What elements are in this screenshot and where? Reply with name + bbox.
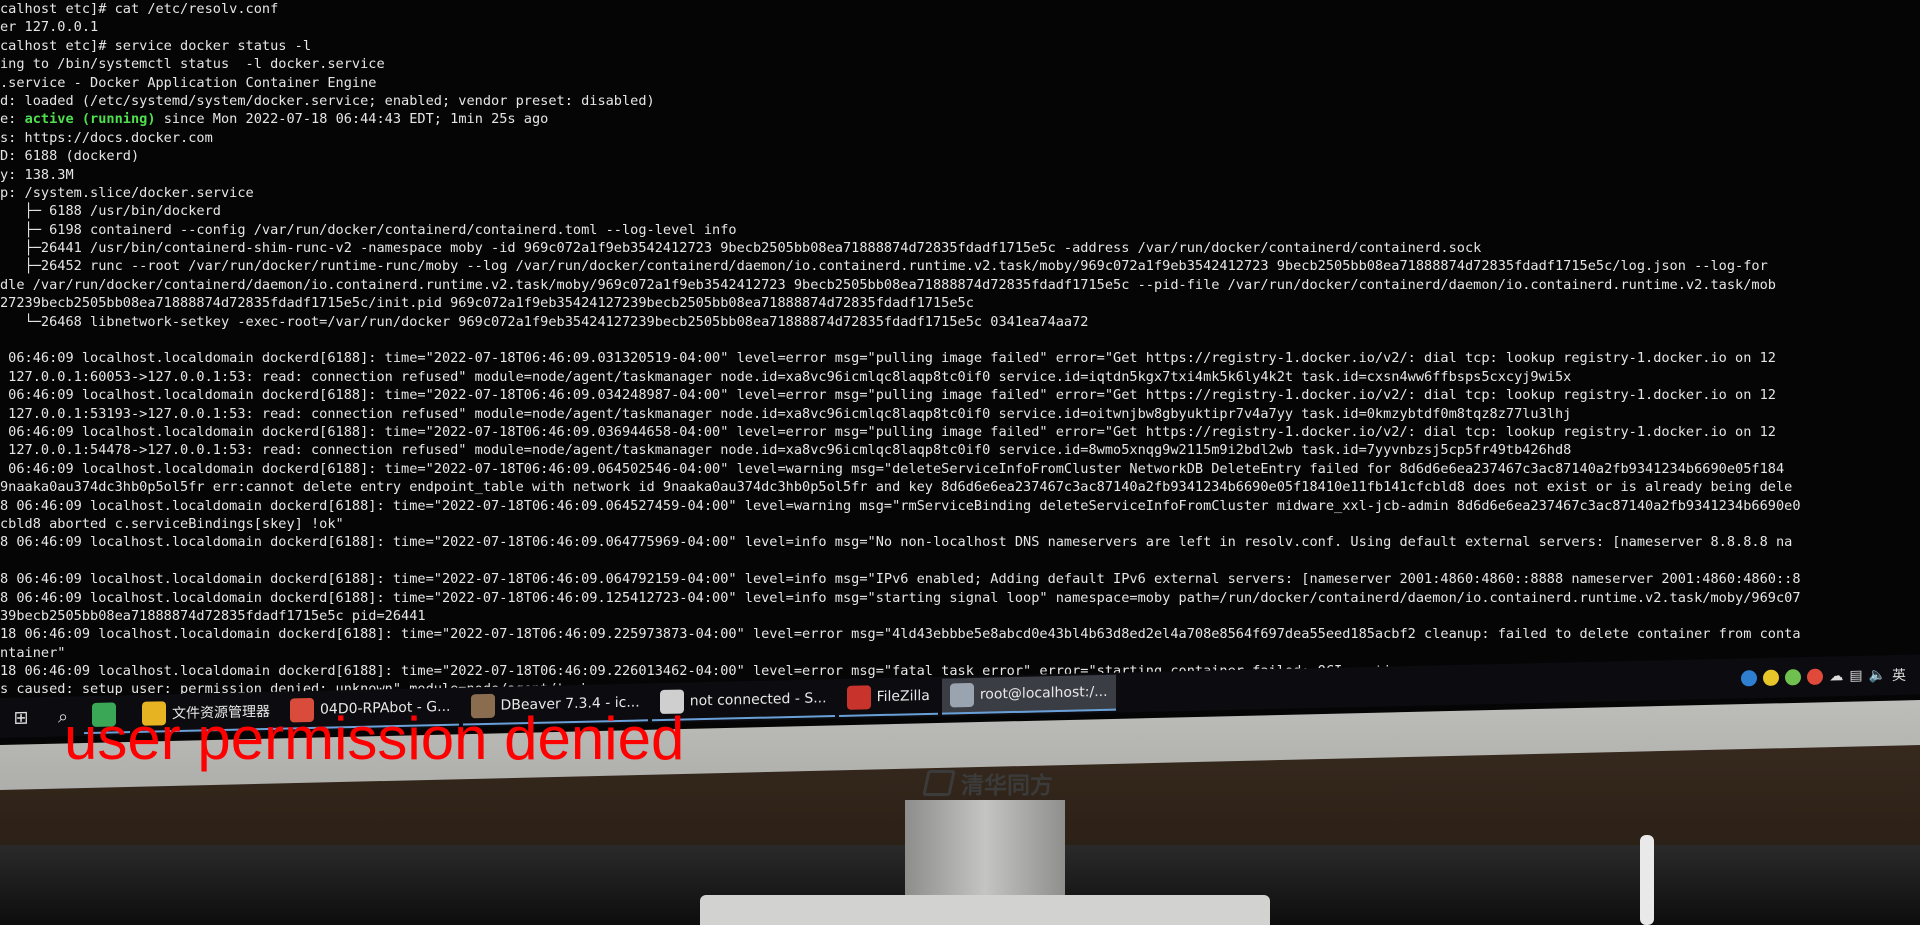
terminal-line: 06:46:09 localhost.localdomain dockerd[6…: [0, 350, 1776, 367]
terminal-line: dle /var/run/docker/containerd/daemon/io…: [0, 276, 1776, 293]
tray-app-icon[interactable]: [1741, 670, 1758, 687]
tray-app-icon[interactable]: [1763, 669, 1780, 686]
cable: [1640, 835, 1654, 925]
tray-app-icon[interactable]: [1785, 669, 1802, 686]
tray-app-icon[interactable]: [1807, 668, 1824, 685]
terminal-line: d: loaded (/etc/systemd/system/docker.se…: [0, 92, 655, 109]
monitor-screen: calhost etc]# cat /etc/resolv.conf er 127…: [0, 0, 1920, 745]
app-icon: [949, 682, 974, 708]
start-icon[interactable]: ⊞: [6, 703, 36, 732]
terminal-line: 127.0.0.1:53193->127.0.0.1:53: read: con…: [0, 405, 1572, 422]
system-tray: ☁ ▤ 🔈 英: [1741, 664, 1920, 688]
ime-indicator[interactable]: 英: [1892, 665, 1906, 685]
terminal-line: 06:46:09 localhost.localdomain dockerd[6…: [0, 387, 1776, 404]
terminal-line: 8 06:46:09 localhost.localdomain dockerd…: [0, 497, 1801, 514]
monitor-brand-logo: 清华同方: [922, 768, 1053, 799]
terminal-line: └─26468 libnetwork-setkey -exec-root=/va…: [0, 313, 1089, 330]
taskbar-app-label: not connected - S...: [689, 690, 827, 710]
taskbar-app-label: root@localhost:/...: [979, 683, 1108, 703]
terminal-line: 8 06:46:09 localhost.localdomain dockerd…: [0, 589, 1801, 606]
terminal-line: ing to /bin/systemctl status -l docker.s…: [0, 56, 385, 73]
terminal-line: 06:46:09 localhost.localdomain dockerd[6…: [0, 460, 1785, 477]
terminal-line: e: active (running) since Mon 2022-07-18…: [0, 110, 1920, 128]
active-since: since Mon 2022-07-18 06:44:43 EDT; 1min …: [155, 111, 549, 128]
brand-mark-icon: [922, 770, 956, 796]
terminal-line: calhost etc]# cat /etc/resolv.conf: [0, 1, 279, 17]
volume-icon[interactable]: 🔈: [1869, 667, 1886, 683]
terminal-line: 8 06:46:09 localhost.localdomain dockerd…: [0, 571, 1801, 588]
taskbar-app[interactable]: FileZilla: [838, 678, 938, 717]
terminal-line: p: /system.slice/docker.service: [0, 184, 254, 201]
app-icon: [846, 685, 871, 710]
cloud-icon[interactable]: ☁: [1829, 668, 1843, 684]
terminal-line: ntainer": [0, 644, 66, 661]
terminal-line: cbld8 aborted c.serviceBindings[skey] !o…: [0, 515, 344, 532]
terminal-line: calhost etc]# service docker status -l: [0, 37, 311, 54]
terminal-line: y: 138.3M: [0, 166, 74, 183]
annotation-text: user permission denied: [64, 705, 685, 772]
terminal-line: ├─26452 runc --root /var/run/docker/runt…: [0, 258, 1768, 275]
terminal-line: 39becb2505bb08ea71888874d72835fdadf1715e…: [0, 607, 426, 624]
terminal-line: 127.0.0.1:54478->127.0.0.1:53: read: con…: [0, 442, 1572, 459]
terminal-window[interactable]: calhost etc]# cat /etc/resolv.conf er 127…: [0, 0, 1920, 695]
network-icon[interactable]: ▤: [1849, 668, 1862, 684]
terminal-line: 8 06:46:09 localhost.localdomain dockerd…: [0, 534, 1793, 551]
terminal-line: .service - Docker Application Container …: [0, 74, 377, 91]
terminal-line: 06:46:09 localhost.localdomain dockerd[6…: [0, 423, 1776, 440]
terminal-line: 127.0.0.1:60053->127.0.0.1:53: read: con…: [0, 368, 1572, 385]
terminal-line: 27239becb2505bb08ea71888874d72835fdadf17…: [0, 295, 974, 312]
terminal-line-prefix: e:: [0, 111, 25, 128]
monitor-brand-text: 清华同方: [961, 773, 1053, 799]
monitor-stand-base: [700, 895, 1270, 925]
terminal-line: s: https://docs.docker.com: [0, 129, 213, 146]
terminal-line: D: 6188 (dockerd): [0, 148, 140, 165]
taskbar-app-label: FileZilla: [876, 687, 930, 706]
terminal-line: ├─26441 /usr/bin/containerd-shim-runc-v2…: [0, 240, 1482, 257]
active-status: active (running): [24, 111, 156, 128]
terminal-line: ├─ 6188 /usr/bin/dockerd: [0, 203, 221, 220]
terminal-line: 9naaka0au374dc3hb0p5ol5fr err:cannot del…: [0, 479, 1793, 496]
taskbar-app[interactable]: root@localhost:/...: [941, 674, 1116, 715]
terminal-line: er 127.0.0.1: [0, 19, 99, 36]
terminal-line: 18 06:46:09 localhost.localdomain docker…: [0, 626, 1801, 643]
terminal-line: ├─ 6198 containerd --config /var/run/doc…: [0, 221, 737, 238]
